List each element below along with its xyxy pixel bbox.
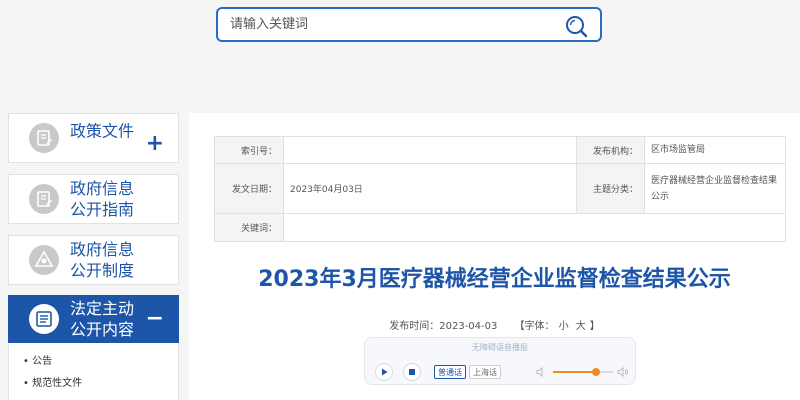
sidebar-item-statutory-disclosure[interactable]: 法定主动 公开内容 − (8, 295, 179, 343)
expand-icon[interactable]: + (146, 133, 164, 155)
mandarin-button[interactable]: 普通话 (434, 365, 466, 379)
metadata-table: 索引号： 发布机构： 区市场监管局 发文日期： 2023年04月03日 主题分类… (214, 136, 786, 242)
font-small-button[interactable]: 小 (559, 321, 569, 332)
volume-knob[interactable] (592, 368, 601, 376)
play-button[interactable] (375, 363, 393, 381)
stop-button[interactable] (403, 363, 421, 381)
collapse-icon[interactable]: − (146, 308, 164, 330)
org-value: 区市场监管局 (644, 136, 786, 164)
guide-icon (29, 184, 59, 214)
index-label: 索引号： (214, 136, 284, 164)
sidebar-item-label: 法定主动 公开内容 (70, 299, 135, 339)
font-size-close: 】 (589, 321, 600, 332)
sidebar-sublist: • 公告 • 规范性文件 (8, 343, 179, 400)
sidebar-item-disclosure-guide[interactable]: 政府信息 公开指南 (8, 174, 179, 224)
document-icon (29, 123, 59, 153)
sidebar-item-label: 政府信息 公开制度 (70, 240, 135, 280)
volume-high-icon[interactable] (617, 366, 629, 378)
publish-date: 发布时间：2023-04-03 (389, 321, 498, 332)
sidebar-item-label: 政府信息 公开指南 (70, 179, 135, 219)
search-box (216, 7, 602, 42)
publish-info: 发布时间：2023-04-03 【字体： 小 大】 (189, 317, 800, 332)
player-title: 无障碍语音播报 (472, 343, 528, 352)
keyword-value (283, 213, 786, 242)
font-large-button[interactable]: 大 (576, 321, 586, 332)
sidebar-subitem-normative-documents[interactable]: • 规范性文件 (9, 373, 178, 395)
play-icon (382, 368, 388, 376)
font-size-open: 【字体： (514, 321, 555, 332)
volume-low-icon[interactable] (535, 366, 547, 378)
date-label: 发文日期： (214, 163, 284, 214)
article-panel: 索引号： 发布机构： 区市场监管局 发文日期： 2023年04月03日 主题分类… (189, 113, 800, 400)
sidebar-subitem-announcement[interactable]: • 公告 (9, 351, 178, 373)
org-label: 发布机构： (576, 136, 645, 164)
keyword-label: 关键词： (214, 213, 284, 242)
system-icon (29, 245, 59, 275)
topic-label: 主题分类： (576, 163, 645, 214)
article-title: 2023年3月医疗器械经营企业监督检查结果公示 (258, 267, 731, 292)
stop-icon (409, 369, 415, 375)
shanghainese-button[interactable]: 上海话 (469, 365, 501, 379)
volume-slider[interactable] (553, 368, 613, 376)
search-input[interactable] (230, 9, 550, 40)
date-value: 2023年04月03日 (283, 163, 577, 214)
search-icon[interactable] (564, 14, 588, 38)
topic-value: 医疗器械经营企业监督检查结果公示 (644, 163, 786, 214)
index-value (283, 136, 577, 164)
volume-fill (553, 371, 597, 373)
sidebar-item-disclosure-system[interactable]: 政府信息 公开制度 (8, 235, 179, 285)
audio-player: 无障碍语音播报 普通话 上海话 (364, 337, 636, 385)
sidebar-item-policy-documents[interactable]: 政策文件 + (8, 113, 179, 163)
sidebar-item-label: 政策文件 (70, 121, 135, 141)
list-icon (29, 304, 59, 334)
